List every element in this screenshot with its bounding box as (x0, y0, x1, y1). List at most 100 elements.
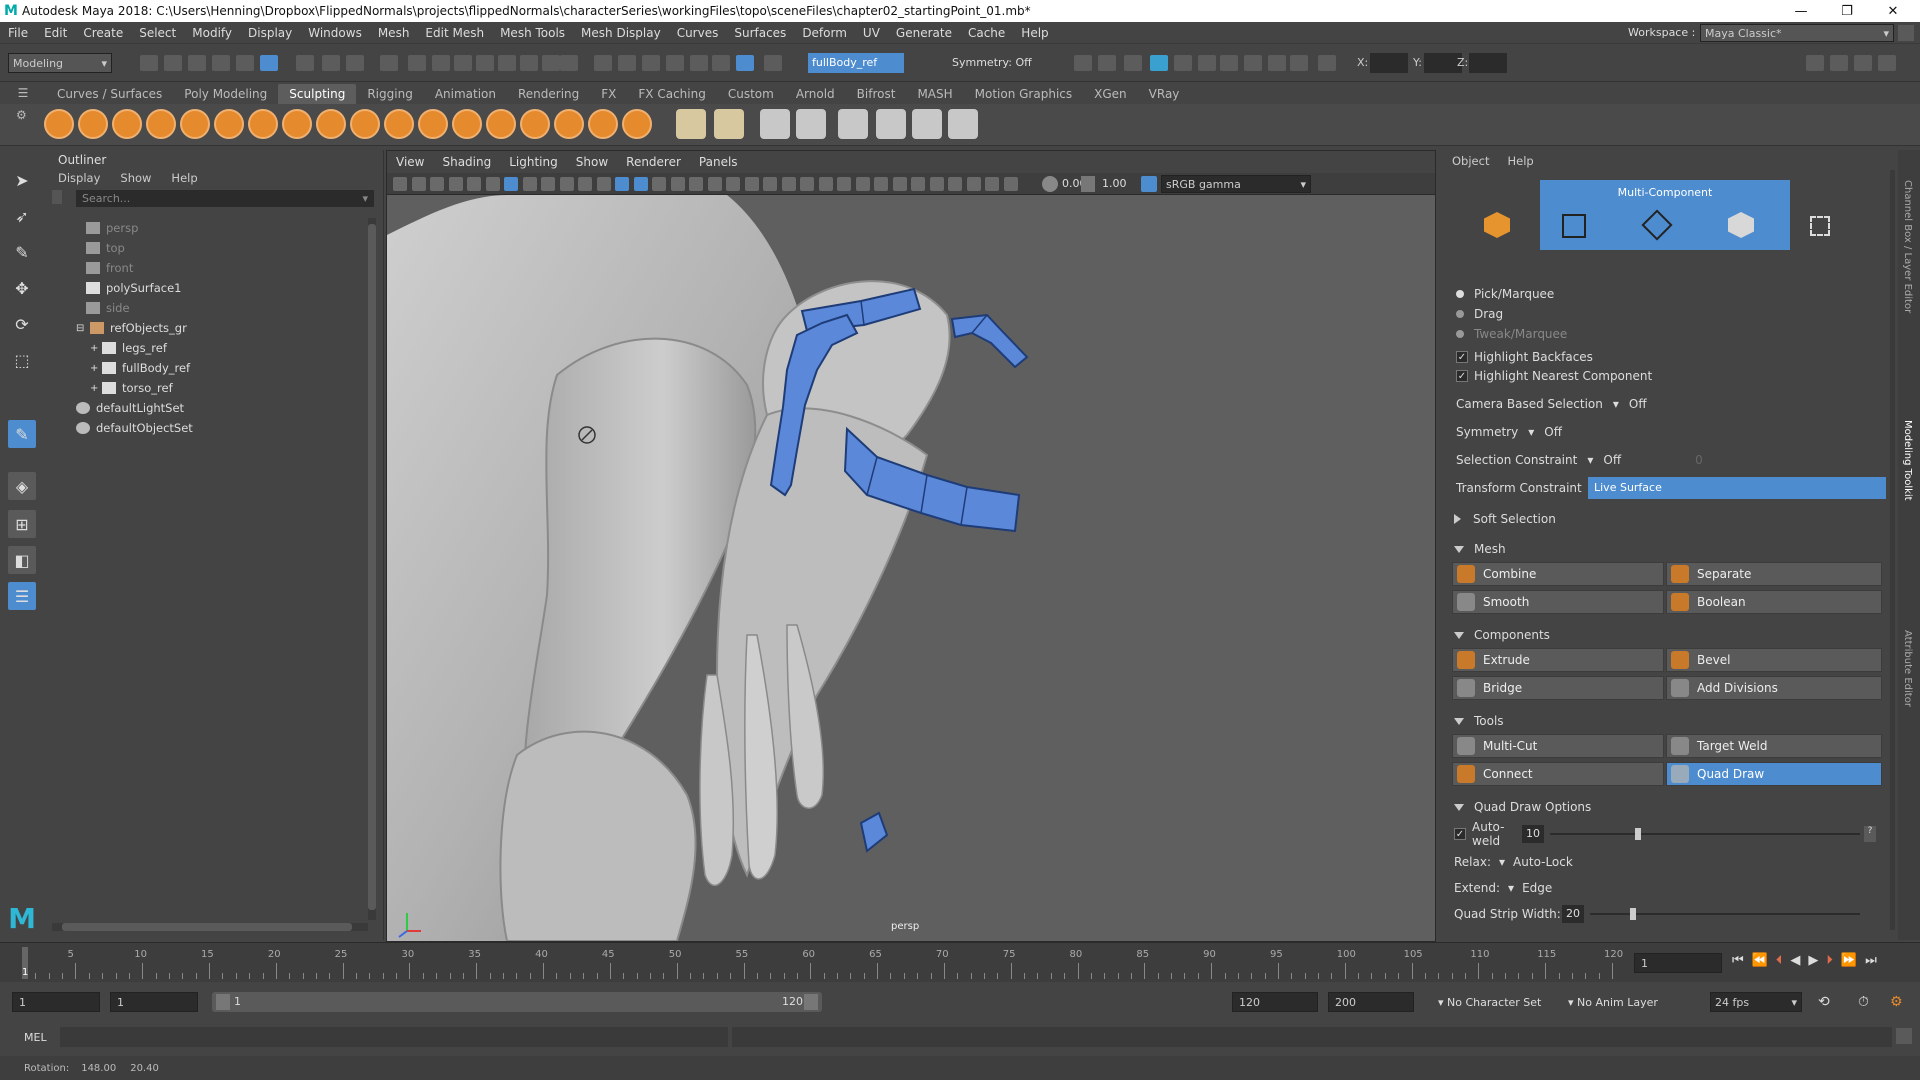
collapse-toggle-icon[interactable]: ⊟ (76, 323, 86, 334)
script-editor-icon[interactable] (1896, 1028, 1912, 1044)
shelf-tab-xgen[interactable]: XGen (1083, 84, 1138, 104)
viewport-tool-icon[interactable] (800, 177, 814, 191)
quad-strip-width-row[interactable]: Quad Strip Width: 20 (1454, 902, 1886, 926)
slider-thumb[interactable] (1629, 908, 1636, 920)
statusline-tool-icon[interactable] (498, 55, 516, 71)
loop-icon[interactable]: ⟲ (1818, 994, 1830, 1010)
viewport-tool-icon[interactable] (670, 177, 685, 191)
multi-cut-button[interactable]: Multi-Cut (1452, 734, 1664, 758)
viewport-tool-icon[interactable] (633, 177, 648, 191)
panel-toggle-icon[interactable] (1854, 55, 1872, 71)
viewport-tool-icon[interactable] (929, 177, 944, 191)
checkbox-checked-icon[interactable]: ✓ (1456, 370, 1468, 382)
shelf-tab-arnold[interactable]: Arnold (785, 84, 846, 104)
auto-key-icon[interactable]: ⏱ (1858, 994, 1869, 1010)
shelf-tab-rendering[interactable]: Rendering (507, 84, 590, 104)
help-icon[interactable]: ? (1864, 826, 1876, 842)
scrollbar-thumb[interactable] (368, 224, 376, 910)
sculpt-brush-icon[interactable] (214, 109, 244, 139)
statusline-tool-icon[interactable] (542, 55, 560, 71)
render-tool-icon[interactable] (1244, 55, 1262, 71)
playback-start-field[interactable]: 1 (110, 992, 198, 1012)
viewport-tool-icon[interactable] (985, 177, 999, 191)
statusline-tool-icon[interactable] (140, 55, 158, 71)
vertex-mode-icon[interactable] (1562, 214, 1586, 238)
statusline-tool-icon[interactable] (690, 55, 708, 71)
viewport-menu-renderer[interactable]: Renderer (617, 155, 690, 169)
rotate-tool-icon[interactable]: ⟳ (8, 310, 36, 338)
sculpt-brush-icon[interactable] (180, 109, 210, 139)
outliner-layout-icon[interactable]: ☰ (8, 582, 36, 610)
shelf-tool-icon[interactable] (948, 109, 978, 139)
outliner-menu-help[interactable]: Help (171, 171, 197, 185)
uv-mode-icon[interactable] (1810, 216, 1830, 236)
boolean-button[interactable]: Boolean (1666, 590, 1882, 614)
viewport-tool-icon[interactable] (448, 177, 463, 191)
shelf-tool-icon[interactable] (912, 109, 942, 139)
render-tool-icon[interactable] (1220, 55, 1238, 71)
outliner-item-legs-ref[interactable]: + legs_ref (90, 338, 167, 358)
menu-mesh-display[interactable]: Mesh Display (573, 26, 669, 40)
statusline-tool-icon[interactable] (594, 55, 612, 71)
render-tool-icon[interactable] (1268, 55, 1286, 71)
shelf-tab-mash[interactable]: MASH (906, 84, 963, 104)
outliner-item-top[interactable]: top (86, 238, 125, 258)
menu-uv[interactable]: UV (855, 26, 888, 40)
menu-cache[interactable]: Cache (960, 26, 1013, 40)
viewport-tool-icon[interactable] (948, 177, 962, 191)
components-section-header[interactable]: Components (1454, 624, 1888, 646)
shelf-tab-poly-modeling[interactable]: Poly Modeling (173, 84, 278, 104)
statusline-tool-icon[interactable] (642, 55, 660, 71)
menu-help[interactable]: Help (1013, 26, 1056, 40)
viewport-tool-icon[interactable] (837, 177, 851, 191)
transform-constraint-value[interactable]: Live Surface (1588, 477, 1886, 499)
viewport-tool-icon[interactable] (485, 177, 500, 191)
render-tool-icon[interactable] (1074, 55, 1092, 71)
autoweld-slider[interactable] (1550, 824, 1860, 844)
statusline-tool-icon[interactable] (260, 55, 278, 71)
tools-section-header[interactable]: Tools (1454, 710, 1888, 732)
viewport-tool-icon[interactable] (818, 177, 833, 191)
viewport-tool-icon[interactable] (393, 177, 407, 191)
shelf-tab-curves-surfaces[interactable]: Curves / Surfaces (46, 84, 173, 104)
shelf-tool-icon[interactable] (676, 109, 706, 139)
viewport-tool-icon[interactable] (763, 177, 777, 191)
symmetry-status[interactable]: Symmetry: Off (952, 56, 1032, 69)
four-view-layout-icon[interactable]: ⊞ (8, 510, 36, 538)
shelf-tool-icon[interactable] (838, 109, 868, 139)
wrist-quad-strip[interactable] (950, 313, 1029, 369)
statusline-tool-icon[interactable] (296, 55, 314, 71)
radio-icon[interactable] (1456, 290, 1464, 298)
viewport-menu-show[interactable]: Show (567, 155, 617, 169)
step-forward-icon[interactable]: ⏩ (1841, 953, 1857, 968)
lasso-tool-icon[interactable]: ➶ (8, 202, 36, 230)
go-to-start-icon[interactable]: ⏮ (1732, 953, 1744, 968)
viewport-tool-icon[interactable] (504, 177, 518, 191)
viewport-menu-shading[interactable]: Shading (433, 155, 500, 169)
viewport-tool-icon[interactable] (578, 177, 592, 191)
statusline-tool-icon[interactable] (164, 55, 182, 71)
viewport-tool-icon[interactable] (522, 177, 537, 191)
viewport-tool-icon[interactable] (689, 177, 703, 191)
outliner-item-torso-ref[interactable]: + torso_ref (90, 378, 173, 398)
quad-draw-tool-icon[interactable]: ✎ (8, 420, 36, 448)
toolkit-menu-help[interactable]: Help (1507, 154, 1533, 168)
sculpt-brush-icon[interactable] (588, 109, 618, 139)
viewport-tool-icon[interactable] (874, 177, 888, 191)
colorspace-dropdown[interactable]: sRGB gamma ▾ (1161, 175, 1311, 193)
statusline-tool-icon[interactable] (520, 55, 538, 71)
persp-outliner-layout-icon[interactable]: ◧ (8, 546, 36, 574)
shelf-tab-fx-caching[interactable]: FX Caching (627, 84, 716, 104)
shelf-tab-rigging[interactable]: Rigging (356, 84, 423, 104)
viewport-tool-icon[interactable] (652, 177, 666, 191)
outliner-item-side[interactable]: side (86, 298, 130, 318)
bridge-button[interactable]: Bridge (1452, 676, 1664, 700)
viewport-tool-icon[interactable] (411, 177, 426, 191)
viewport-tool-icon[interactable] (559, 177, 574, 191)
minimize-button[interactable]: — (1780, 0, 1822, 22)
go-to-end-icon[interactable]: ⏭ (1865, 953, 1877, 968)
statusline-tool-icon[interactable] (322, 55, 340, 71)
connect-button[interactable]: Connect (1452, 762, 1664, 786)
sculpt-brush-icon[interactable] (486, 109, 516, 139)
range-handle-left[interactable] (216, 994, 230, 1010)
